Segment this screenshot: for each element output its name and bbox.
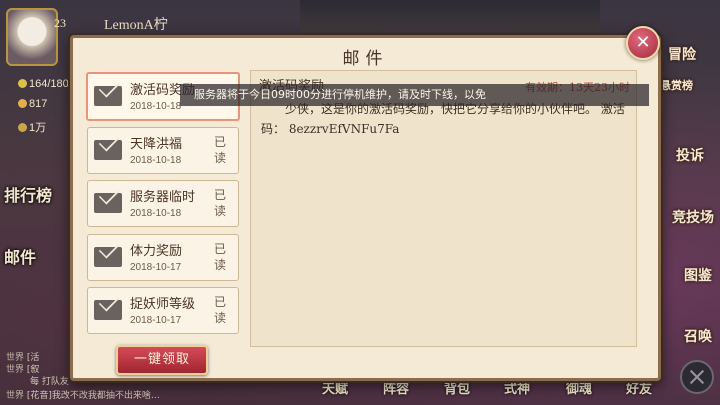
envelope-icon [94, 140, 122, 160]
read-status: 已读 [214, 135, 227, 165]
adventure-button[interactable]: 冒险 [668, 44, 696, 64]
coin-stat: 817 [18, 98, 47, 110]
chat-line[interactable]: 世界 [花音]我改不改我都抽不出来啥… [6, 388, 160, 401]
read-status: 已读 [214, 295, 227, 325]
summon-button[interactable]: 召唤 [684, 326, 712, 346]
coin-icon [18, 99, 27, 108]
mail-window-title: 邮件 [342, 49, 389, 69]
envelope-icon [94, 193, 122, 213]
close-icon: ✕ [635, 32, 651, 53]
claim-all-button[interactable]: 一键领取 [116, 345, 208, 375]
player-avatar[interactable] [6, 8, 58, 66]
player-level: 23 [54, 16, 66, 30]
mail-item-date: 2018-10-18 [130, 155, 182, 166]
envelope-icon [94, 247, 122, 267]
mail-item[interactable]: 天降洪福 2018-10-18 已读 [87, 127, 239, 174]
mail-list[interactable]: 激活码奖励 2018-10-18 天降洪福 2018-10-18 已读 服务器临… [83, 70, 243, 345]
mail-item[interactable]: 捉妖师等级 2018-10-17 已读 [87, 287, 239, 334]
stamina-icon [18, 79, 27, 88]
codex-button[interactable]: 图鉴 [684, 265, 712, 285]
mail-item-title: 捉妖师等级 [130, 297, 196, 312]
bounty-button[interactable]: 悬赏榜 [660, 77, 693, 93]
chat-line[interactable]: 每 打队友 [30, 374, 69, 387]
jade-icon [18, 123, 27, 132]
mail-item-title: 服务器临时 [130, 190, 196, 205]
mail-item-date: 2018-10-17 [130, 315, 182, 326]
close-button[interactable]: ✕ [626, 26, 660, 60]
mail-item-date: 2018-10-18 [130, 101, 182, 112]
player-name: LemonA柠 [104, 18, 168, 33]
settings-button[interactable] [680, 360, 714, 394]
mail-item-title: 体力奖励 [130, 244, 183, 259]
mail-content: 激活码奖励 有效期：13天23小时 少侠，这是你的激活码奖励，快把它分享给你的小… [250, 70, 637, 347]
arena-button[interactable]: 竞技场 [672, 207, 714, 227]
complaint-button[interactable]: 投诉 [676, 145, 704, 165]
envelope-icon [94, 300, 122, 320]
jade-stat: 1万 [18, 119, 46, 135]
mail-item-date: 2018-10-18 [130, 208, 182, 219]
ranking-button[interactable]: 排行榜 [4, 182, 52, 206]
read-status: 已读 [214, 188, 227, 218]
mail-item[interactable]: 服务器临时 2018-10-18 已读 [87, 180, 239, 227]
system-notice-marquee: 服务器将于今日09时00分进行停机维护，请及时下线，以免 [180, 84, 649, 106]
read-status: 已读 [214, 242, 227, 272]
mail-item[interactable]: 体力奖励 2018-10-17 已读 [87, 234, 239, 281]
stamina-stat: 164/180 [18, 78, 69, 90]
mail-button[interactable]: 邮件 [4, 244, 36, 268]
envelope-icon [94, 86, 122, 106]
mail-item-title: 天降洪福 [130, 137, 183, 152]
mail-item-date: 2018-10-17 [130, 262, 182, 273]
